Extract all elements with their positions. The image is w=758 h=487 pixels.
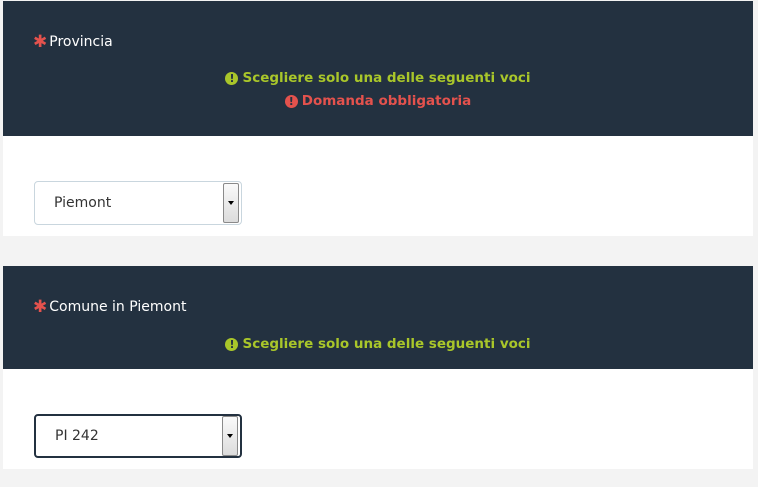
provincia-select[interactable]: Piemont	[34, 181, 242, 225]
question-header: ✱ Comune in Piemont ! Scegliere solo una…	[3, 266, 753, 369]
dropdown-button[interactable]	[222, 416, 238, 456]
question-text: Provincia	[49, 34, 113, 50]
asterisk-icon: ✱	[33, 297, 48, 317]
chevron-down-icon	[228, 201, 234, 205]
question-title: ✱ Provincia	[33, 33, 113, 51]
comune-select[interactable]: PI 242	[34, 414, 242, 458]
question-comune: ✱ Comune in Piemont ! Scegliere solo una…	[3, 266, 753, 469]
exclamation-circle-icon: !	[225, 337, 239, 351]
exclamation-circle-icon: !	[225, 71, 239, 85]
tip-mandatory: ! Domanda obbligatoria	[3, 92, 753, 110]
question-header: ✱ Provincia ! Scegliere solo una delle s…	[3, 1, 753, 136]
asterisk-icon: ✱	[33, 32, 48, 52]
select-value: Piemont	[54, 195, 112, 211]
question-title: ✱ Comune in Piemont	[33, 298, 186, 316]
tip-choose-one: ! Scegliere solo una delle seguenti voci	[3, 335, 753, 353]
tip-text: Scegliere solo una delle seguenti voci	[242, 70, 531, 86]
exclamation-circle-icon: !	[284, 94, 298, 108]
question-text: Comune in Piemont	[49, 299, 187, 315]
tip-text: Scegliere solo una delle seguenti voci	[242, 336, 531, 352]
tip-choose-one: ! Scegliere solo una delle seguenti voci	[3, 69, 753, 87]
chevron-down-icon	[227, 434, 233, 438]
dropdown-button[interactable]	[223, 183, 239, 223]
question-provincia: ✱ Provincia ! Scegliere solo una delle s…	[3, 1, 753, 236]
tip-text: Domanda obbligatoria	[301, 93, 472, 109]
select-value: PI 242	[55, 428, 99, 444]
